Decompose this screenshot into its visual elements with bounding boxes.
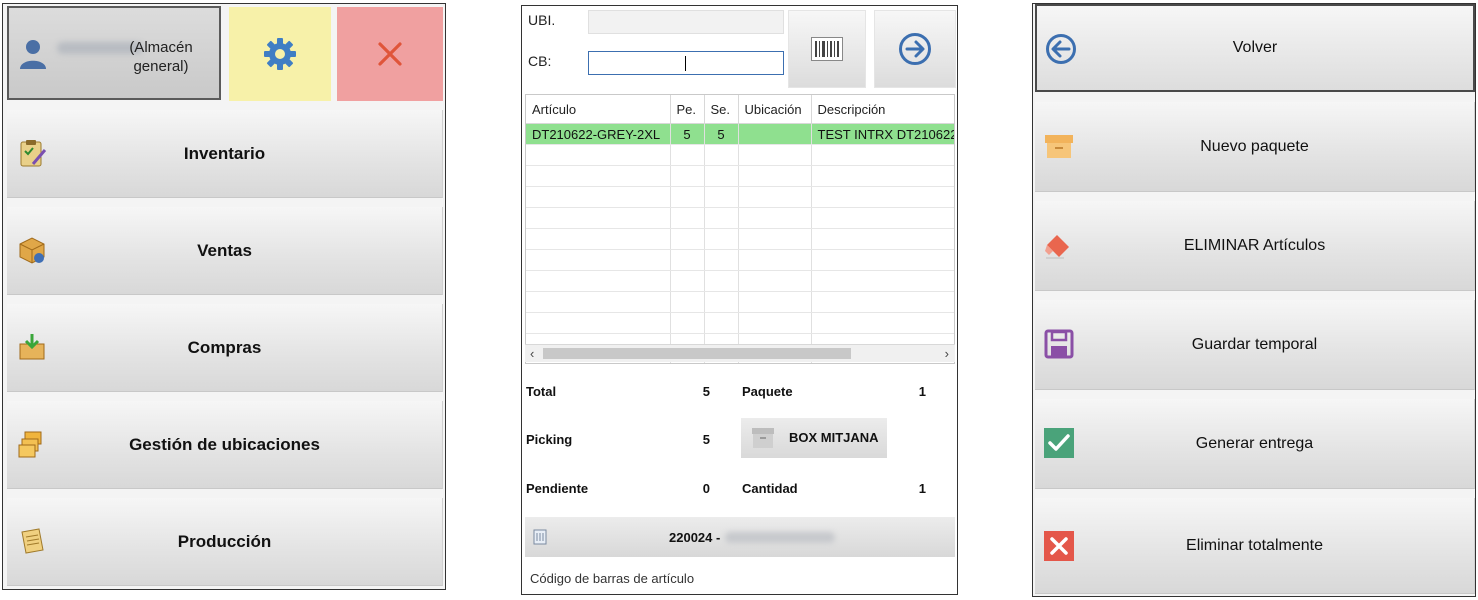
volver-label: Volver <box>1232 39 1278 56</box>
table-row-empty <box>526 291 954 313</box>
cb-input[interactable] <box>588 51 784 75</box>
cell-descripcion: TEST INTRX DT210622 <box>811 123 954 145</box>
text-caret <box>685 56 686 71</box>
table-row-empty <box>526 186 954 208</box>
articles-grid[interactable]: Artículo Pe. Se. Ubicación Descripción D… <box>525 94 955 364</box>
eliminar-totalmente-button[interactable]: Eliminar totalmente <box>1035 498 1475 594</box>
document-icon <box>533 529 547 545</box>
generar-entrega-label: Generar entrega <box>1195 434 1314 452</box>
scroll-right-icon[interactable]: › <box>945 346 949 361</box>
column-header-pe[interactable]: Pe. <box>670 95 705 124</box>
menu-item-label: Producción <box>177 531 272 551</box>
close-button[interactable] <box>337 7 443 101</box>
user-icon <box>20 40 46 69</box>
package-icon <box>752 428 774 448</box>
menu-item-gestion-ubicaciones[interactable]: Gestión de ubicaciones <box>7 401 443 489</box>
table-row-empty <box>526 249 954 271</box>
order-name-redacted <box>725 532 835 543</box>
table-row-empty <box>526 207 954 229</box>
menu-item-label: Gestión de ubicaciones <box>129 434 320 454</box>
guardar-temporal-button[interactable]: Guardar temporal <box>1035 300 1475 390</box>
guardar-temporal-label: Guardar temporal <box>1191 335 1318 353</box>
main-menu-panel: (Almacén general) Inventario Ventas Comp… <box>2 3 446 590</box>
settings-button[interactable] <box>229 7 331 101</box>
column-header-ubicacion[interactable]: Ubicación <box>738 95 812 124</box>
status-text: Código de barras de artículo <box>530 571 695 586</box>
table-row-empty <box>526 228 954 250</box>
total-value: 5 <box>702 384 710 399</box>
total-label: Total <box>526 384 557 399</box>
paquete-label: Paquete <box>742 384 793 399</box>
pendiente-label: Pendiente <box>526 481 589 496</box>
close-icon <box>378 42 402 66</box>
menu-item-produccion[interactable]: Producción <box>7 498 443 586</box>
paquete-value: 1 <box>918 384 926 399</box>
menu-item-label: Inventario <box>183 143 266 163</box>
order-number: 220024 - <box>669 530 721 545</box>
cb-label: CB: <box>528 53 552 69</box>
column-header-descripcion[interactable]: Descripción <box>811 95 954 124</box>
menu-item-label: Ventas <box>197 240 252 260</box>
table-row[interactable]: DT210622-GREY-2XL 5 5 TEST INTRX DT21062… <box>526 123 954 145</box>
box-type-label: BOX MITJANA <box>789 430 879 445</box>
scroll-left-icon[interactable]: ‹ <box>530 346 534 361</box>
table-row-empty <box>526 270 954 292</box>
column-header-se[interactable]: Se. <box>704 95 739 124</box>
actions-panel: Volver Nuevo paquete ELIMINAR Artículos … <box>1032 3 1476 597</box>
picking-panel: UBI. CB: Artículo Pe. Se. Ubicación Desc… <box>521 5 958 595</box>
table-row-empty <box>526 144 954 166</box>
gear-icon <box>264 38 296 70</box>
menu-item-inventario[interactable]: Inventario <box>7 110 443 198</box>
generar-entrega-button[interactable]: Generar entrega <box>1035 399 1475 489</box>
picking-label: Picking <box>526 432 573 447</box>
horizontal-scrollbar[interactable]: ‹ › <box>525 344 955 362</box>
volver-button[interactable]: Volver <box>1035 4 1475 92</box>
pendiente-value: 0 <box>702 481 710 496</box>
user-location: (Almacén general) <box>129 39 193 75</box>
ubi-input[interactable] <box>588 10 784 34</box>
eliminar-totalmente-label: Eliminar totalmente <box>1186 536 1323 554</box>
cantidad-value: 1 <box>918 481 926 496</box>
order-bar[interactable]: 220024 - <box>525 517 955 557</box>
column-header-articulo[interactable]: Artículo <box>526 95 671 124</box>
cell-pe: 5 <box>670 123 705 145</box>
arrow-right-circle-icon <box>899 33 931 65</box>
barcode-icon <box>811 37 843 61</box>
nuevo-paquete-button[interactable]: Nuevo paquete <box>1035 102 1475 192</box>
cell-ubicacion <box>738 123 812 145</box>
box-type-button[interactable]: BOX MITJANA <box>741 418 887 458</box>
user-button[interactable]: (Almacén general) <box>7 6 221 100</box>
cantidad-label: Cantidad <box>742 481 798 496</box>
cell-se: 5 <box>704 123 739 145</box>
table-row-empty <box>526 165 954 187</box>
menu-item-compras[interactable]: Compras <box>7 304 443 392</box>
cell-articulo: DT210622-GREY-2XL <box>526 123 671 145</box>
menu-item-ventas[interactable]: Ventas <box>7 207 443 295</box>
go-forward-button[interactable] <box>874 10 956 88</box>
table-row-empty <box>526 312 954 334</box>
nuevo-paquete-label: Nuevo paquete <box>1200 137 1309 155</box>
eliminar-articulos-button[interactable]: ELIMINAR Artículos <box>1035 201 1475 291</box>
picking-value: 5 <box>702 432 710 447</box>
barcode-button[interactable] <box>788 10 866 88</box>
ubi-label: UBI. <box>528 12 556 28</box>
menu-item-label: Compras <box>187 337 262 357</box>
eliminar-articulos-label: ELIMINAR Artículos <box>1183 236 1326 254</box>
scrollbar-thumb[interactable] <box>543 348 851 359</box>
